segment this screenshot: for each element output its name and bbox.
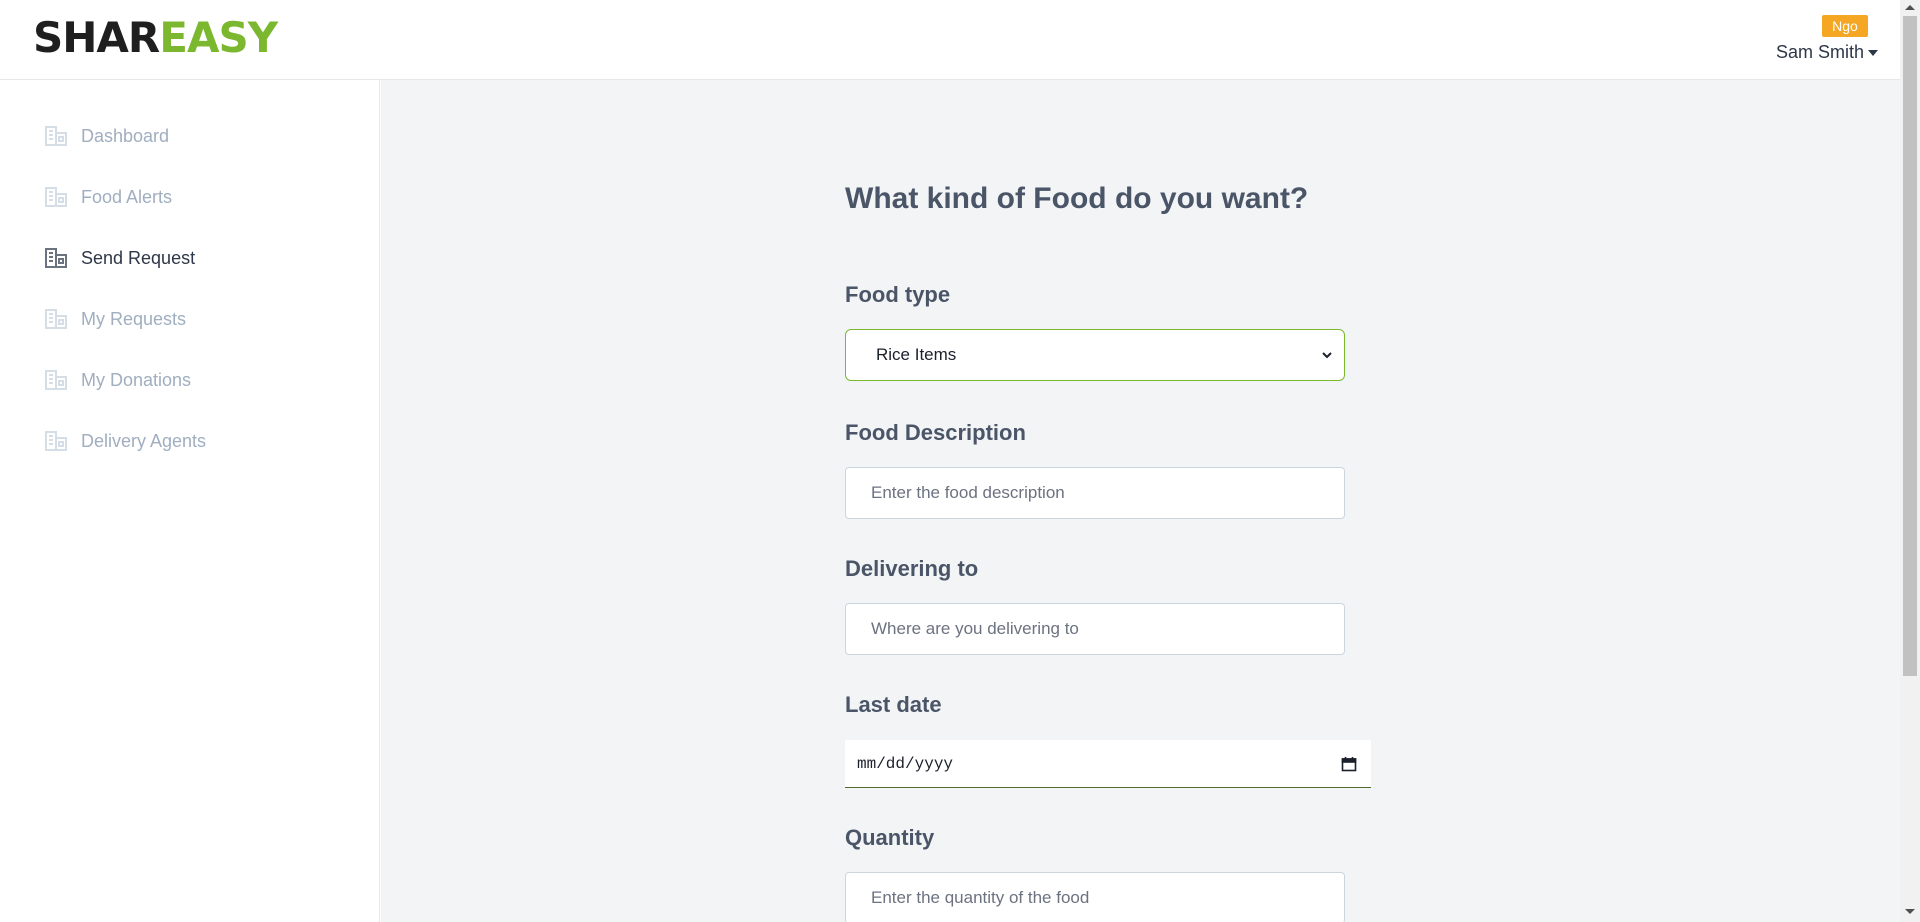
role-badge: Ngo [1822,15,1868,37]
sidebar-item-my-donations[interactable]: My Donations [44,364,191,396]
building-icon [45,431,67,451]
food-description-input[interactable] [845,467,1345,519]
sidebar-item-label: Dashboard [81,125,170,146]
brand-logo-part1: SHAR [33,13,160,62]
building-icon [45,187,67,207]
page-scrollbar[interactable] [1900,0,1920,922]
last-date-placeholder: mm/dd/yyyy [857,755,954,773]
user-name: Sam Smith [1776,42,1865,62]
sidebar-item-label: My Requests [81,308,187,329]
last-date-label: Last date [845,692,942,717]
food-description-label: Food Description [845,420,1026,445]
scrollbar-thumb[interactable] [1903,16,1917,676]
sidebar-item-label: Food Alerts [81,186,173,207]
sidebar: Dashboard Food Alerts Send Request My Re… [0,80,380,922]
main-content: What kind of Food do you want? Food type… [381,80,1900,922]
top-header: SHAREASY Ngo Sam Smith [0,0,1900,80]
building-icon [45,370,67,390]
food-type-label: Food type [845,282,951,307]
chevron-down-icon [1322,352,1332,359]
building-icon [45,248,67,268]
food-type-value: Rice Items [876,345,957,364]
sidebar-item-delivery-agents[interactable]: Delivery Agents [44,425,206,457]
quantity-input[interactable] [845,872,1345,922]
sidebar-item-food-alerts[interactable]: Food Alerts [44,181,172,213]
brand-logo[interactable]: SHAREASY [33,13,278,62]
quantity-label: Quantity [845,825,935,850]
caret-down-icon [1868,50,1879,57]
sidebar-item-label: My Donations [81,369,192,390]
delivering-to-label: Delivering to [845,556,979,581]
building-icon [45,309,67,329]
sidebar-item-label: Delivery Agents [81,430,207,451]
calendar-icon[interactable] [1341,756,1357,772]
page-title: What kind of Food do you want? [845,182,1309,215]
delivering-to-input[interactable] [845,603,1345,655]
last-date-input[interactable]: mm/dd/yyyy [845,740,1371,788]
sidebar-item-dashboard[interactable]: Dashboard [44,120,169,152]
sidebar-item-label: Send Request [81,247,196,268]
brand-logo-part2: EASY [159,13,278,62]
scroll-down-icon[interactable] [1905,909,1915,914]
building-icon [45,126,67,146]
food-type-select[interactable]: Rice Items [845,329,1345,381]
sidebar-item-send-request[interactable]: Send Request [44,242,195,274]
scroll-up-icon[interactable] [1905,5,1915,10]
user-menu[interactable]: Sam Smith [1776,41,1879,63]
sidebar-item-my-requests[interactable]: My Requests [44,303,186,335]
